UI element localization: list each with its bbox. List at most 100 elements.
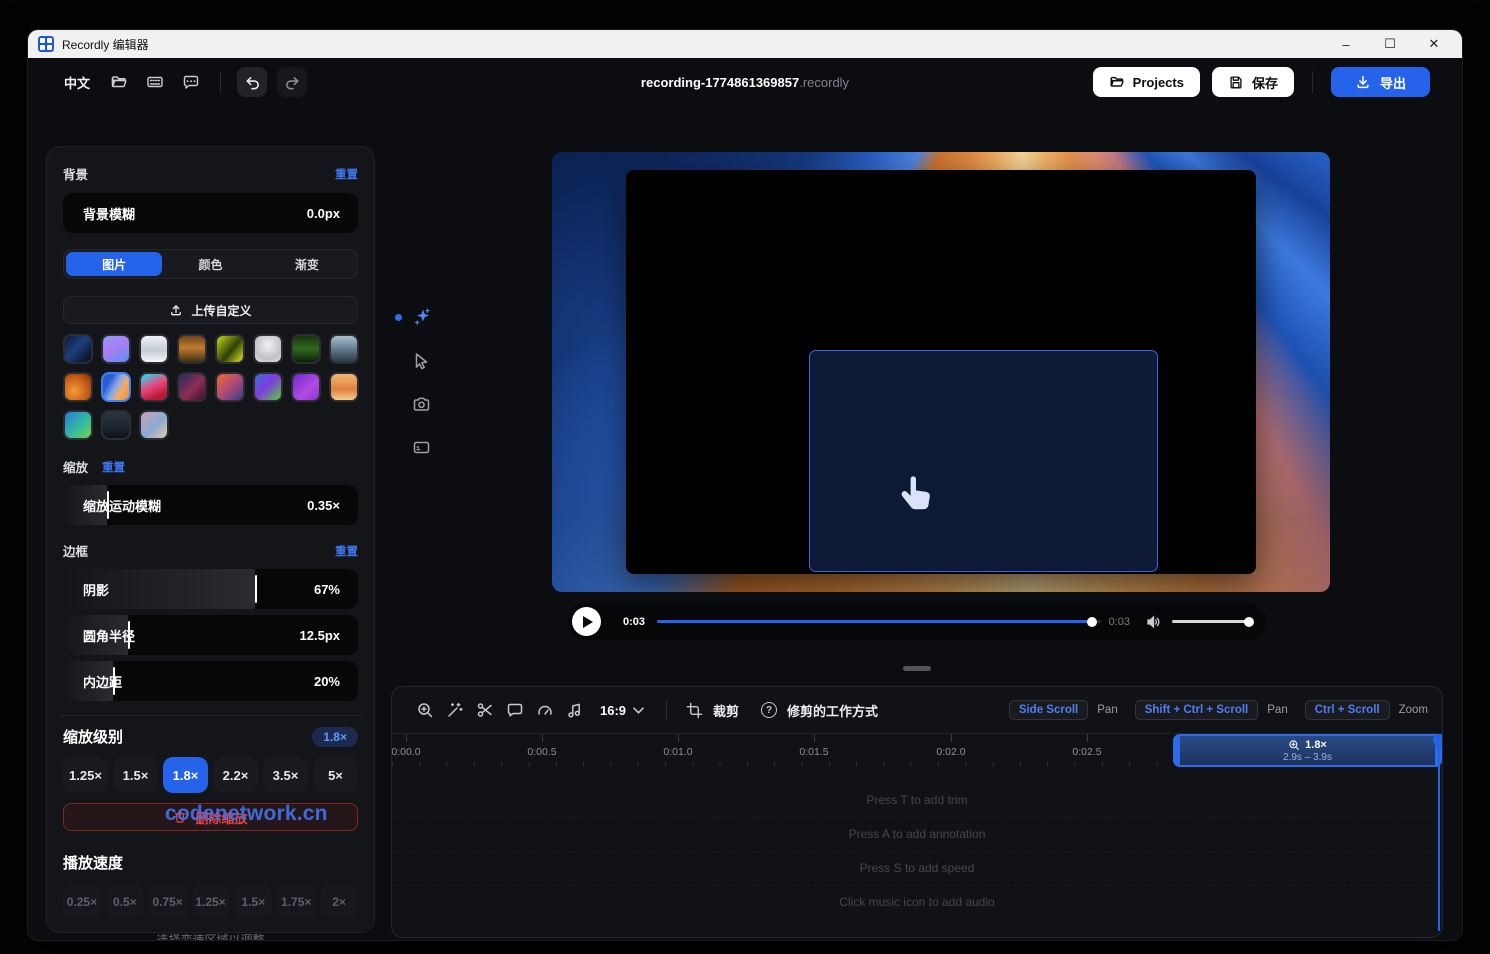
background-thumbnail[interactable]: [329, 334, 359, 364]
background-thumbnail[interactable]: [291, 334, 321, 364]
zoom-selection-box[interactable]: [809, 350, 1158, 572]
zoom-option-1-25x[interactable]: 1.25×: [63, 757, 108, 793]
shortcut-side-scroll-action: Pan: [1097, 704, 1117, 716]
background-thumbnail[interactable]: [139, 372, 169, 402]
seek-knob[interactable]: [1087, 617, 1097, 627]
background-thumbnail[interactable]: [63, 410, 93, 440]
ruler-label: 0:01.5: [799, 746, 828, 758]
zoom-region-block[interactable]: 1.8× 2.9s – 3.9s: [1173, 734, 1442, 767]
speed-option-0-75x[interactable]: 0.75×: [149, 885, 187, 918]
speed-option-0-25x[interactable]: 0.25×: [63, 885, 101, 918]
volume-knob[interactable]: [1244, 617, 1254, 627]
background-blur-slider[interactable]: 背景模糊 0.0px: [63, 193, 358, 233]
tab-gradient[interactable]: 渐变: [259, 252, 355, 276]
speed-option-0-5x[interactable]: 0.5×: [106, 885, 144, 918]
background-thumbnails: [63, 334, 358, 440]
zoom-option-3-5x[interactable]: 3.5×: [263, 757, 308, 793]
camera-tool-icon[interactable]: [412, 395, 432, 415]
music-note-icon[interactable]: [560, 695, 590, 725]
background-thumbnail[interactable]: [215, 334, 245, 364]
panel-resize-handle[interactable]: [903, 666, 931, 671]
background-thumbnail[interactable]: [101, 410, 131, 440]
background-thumbnail[interactable]: [291, 372, 321, 402]
tab-image[interactable]: 图片: [66, 252, 162, 276]
zoom-region-left-handle[interactable]: [1173, 734, 1180, 767]
background-thumbnail[interactable]: [101, 334, 131, 364]
timeline-tracks[interactable]: 1.8× 2.9s – 3.9s Press T to add trim Pre…: [392, 767, 1442, 937]
zoom-option-2-2x[interactable]: 2.2×: [213, 757, 258, 793]
shadow-slider[interactable]: 阴影 67%: [63, 569, 358, 609]
zoom-motion-blur-slider[interactable]: 缩放运动模糊 0.35×: [63, 485, 358, 525]
keyboard-icon[interactable]: [142, 69, 168, 95]
background-reset-link[interactable]: 重置: [335, 166, 358, 182]
speed-option-1-25x[interactable]: 1.25×: [192, 885, 230, 918]
projects-button[interactable]: Projects: [1093, 67, 1200, 97]
play-button[interactable]: [572, 607, 601, 636]
speed-option-2x[interactable]: 2×: [320, 885, 358, 918]
crop-label[interactable]: 裁剪: [713, 701, 739, 720]
upload-custom-button[interactable]: 上传自定义: [63, 296, 358, 324]
background-thumbnail[interactable]: [139, 334, 169, 364]
minimize-button[interactable]: –: [1324, 31, 1368, 57]
save-button[interactable]: 保存: [1212, 67, 1294, 97]
speed-gauge-icon[interactable]: [530, 695, 560, 725]
redo-button[interactable]: [277, 67, 307, 97]
track-divider: [392, 817, 1442, 818]
zoom-option-1-5x[interactable]: 1.5×: [113, 757, 158, 793]
language-button[interactable]: 中文: [58, 69, 96, 96]
zoom-motion-blur-label: 缩放运动模糊: [83, 496, 161, 515]
zoom-reset-link[interactable]: 重置: [102, 459, 125, 475]
card-tool-icon[interactable]: [412, 438, 432, 458]
seek-bar[interactable]: [657, 620, 1101, 623]
speed-option-1-75x[interactable]: 1.75×: [277, 885, 315, 918]
zoom-option-1-8x[interactable]: 1.8×: [163, 757, 208, 793]
background-thumbnail[interactable]: [63, 372, 93, 402]
close-button[interactable]: ✕: [1412, 31, 1456, 57]
background-thumbnail[interactable]: [253, 372, 283, 402]
speed-option-1-5x[interactable]: 1.5×: [234, 885, 272, 918]
volume-slider[interactable]: [1172, 620, 1252, 623]
feedback-icon[interactable]: [178, 69, 204, 95]
undo-button[interactable]: [237, 67, 267, 97]
background-thumbnail[interactable]: [215, 372, 245, 402]
help-icon[interactable]: ?: [761, 702, 777, 718]
scissors-icon[interactable]: [470, 695, 500, 725]
annotation-icon[interactable]: [500, 695, 530, 725]
open-folder-icon[interactable]: [106, 69, 132, 95]
background-thumbnail[interactable]: [177, 334, 207, 364]
video-preview[interactable]: [552, 152, 1330, 592]
speaker-icon[interactable]: [1146, 614, 1162, 630]
background-thumbnail[interactable]: [139, 410, 169, 440]
background-section-title: 背景: [63, 164, 88, 183]
save-label: 保存: [1252, 73, 1278, 92]
aspect-ratio-dropdown[interactable]: 16:9: [600, 703, 644, 718]
corner-radius-slider[interactable]: 圆角半径 12.5px: [63, 615, 358, 655]
tab-color[interactable]: 颜色: [162, 252, 258, 276]
ruler-label: 0:01.0: [663, 746, 692, 758]
export-button[interactable]: 导出: [1331, 67, 1430, 97]
trim-help-label[interactable]: 修剪的工作方式: [787, 701, 878, 720]
background-thumbnail[interactable]: [329, 372, 359, 402]
background-thumbnail[interactable]: [177, 372, 207, 402]
crop-icon[interactable]: [679, 695, 709, 725]
effects-sparkles-icon[interactable]: [412, 307, 432, 327]
maximize-button[interactable]: ☐: [1368, 31, 1412, 57]
desktop-background: Recordly 编辑器 – ☐ ✕ 中文: [0, 0, 1490, 954]
duration: 0:03: [1109, 616, 1130, 628]
cursor-tool-icon[interactable]: [412, 351, 432, 371]
background-thumbnail[interactable]: [63, 334, 93, 364]
zoom-region-label: 1.8×: [1305, 739, 1327, 751]
seek-progress: [657, 620, 1092, 623]
background-thumbnail-selected[interactable]: [101, 372, 131, 402]
zoom-region-icon: [1288, 739, 1300, 751]
magic-wand-icon[interactable]: [440, 695, 470, 725]
zoom-region-range: 2.9s – 3.9s: [1283, 752, 1332, 763]
padding-slider[interactable]: 内边距 20%: [63, 661, 358, 701]
zoom-option-5x[interactable]: 5×: [313, 757, 358, 793]
background-thumbnail[interactable]: [253, 334, 283, 364]
slider-handle[interactable]: [255, 575, 257, 603]
timeline-zoom-icon[interactable]: [410, 695, 440, 725]
ruler-label: 0:00.0: [391, 746, 420, 758]
border-reset-link[interactable]: 重置: [335, 543, 358, 559]
ruler-tick: [678, 734, 679, 742]
